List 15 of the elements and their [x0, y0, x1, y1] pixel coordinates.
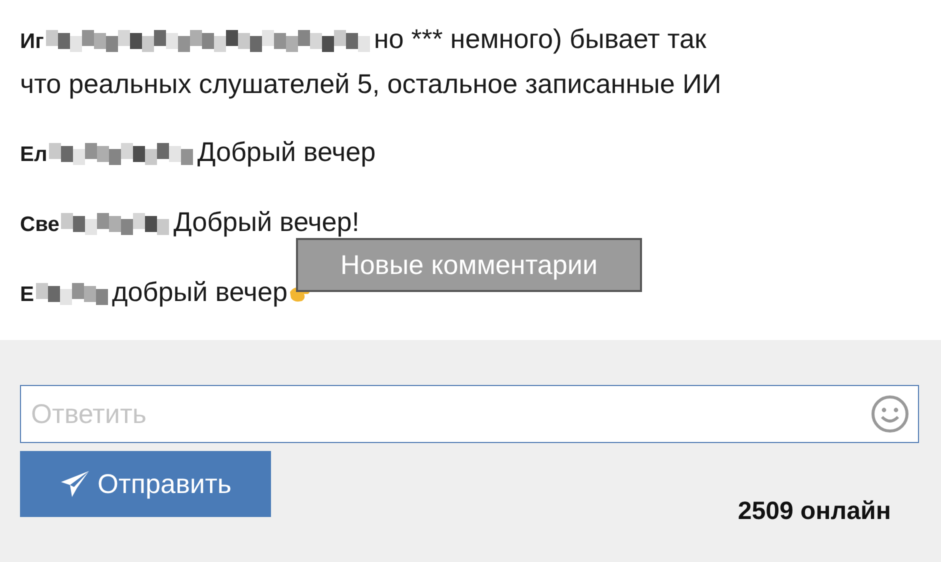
comment-text: что реальных слушателей 5, остальное записанные ИИ — [20, 68, 722, 101]
online-count: 2509 онлайн — [738, 497, 891, 526]
comment-text: добрый вечер — [112, 277, 288, 307]
paper-plane-icon — [60, 470, 90, 498]
send-button[interactable]: Отправить — [20, 451, 271, 517]
comment-text: Добрый вечер! — [173, 207, 360, 237]
new-comments-badge[interactable]: Новые комментарии — [296, 238, 642, 292]
comment-author: Све — [20, 213, 60, 236]
comment-author: Ел — [20, 143, 48, 166]
comment-author: Е — [20, 283, 34, 306]
comment-text: Добрый вечер — [197, 137, 376, 167]
smiley-icon[interactable] — [871, 395, 909, 433]
comment-author: Иг — [20, 30, 44, 53]
reply-field[interactable]: Ответить — [20, 385, 919, 443]
comment-text: но *** немного) бывает так — [374, 24, 706, 54]
